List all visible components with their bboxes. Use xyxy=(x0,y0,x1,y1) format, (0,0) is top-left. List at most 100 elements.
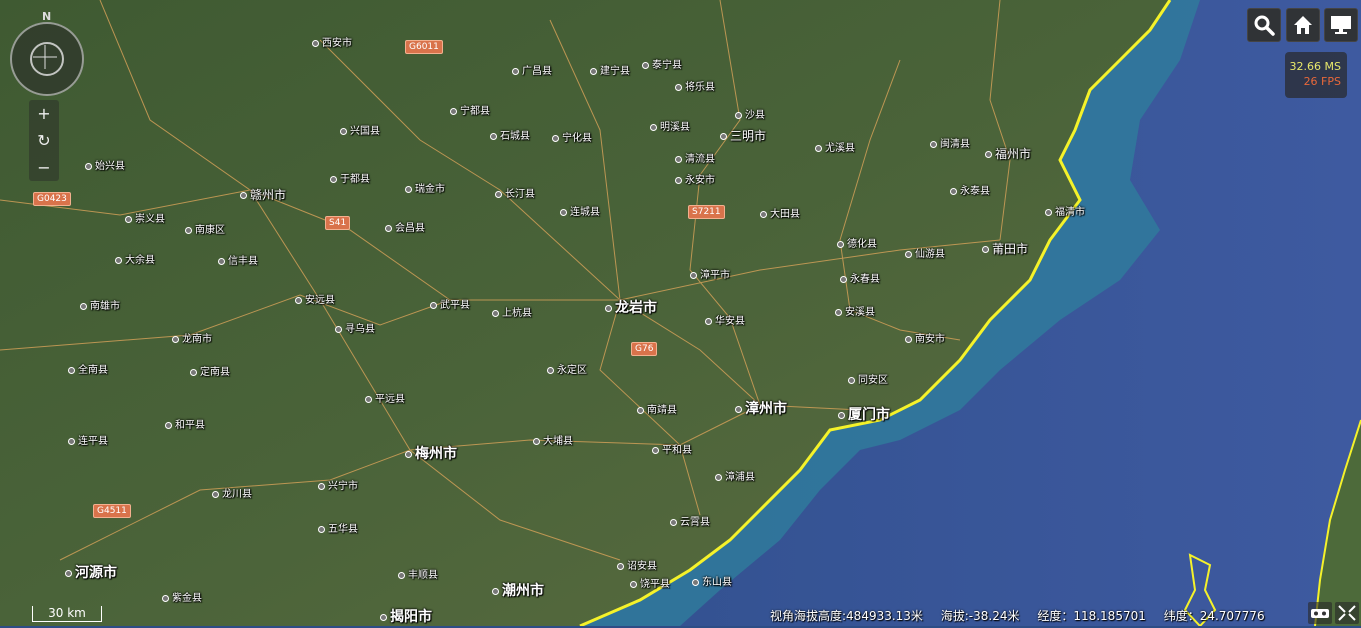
highway-shield: G6011 xyxy=(405,40,443,54)
place-label: 龙南市 xyxy=(172,330,212,345)
highway-shield: G76 xyxy=(631,342,658,356)
place-label: 南靖县 xyxy=(637,401,677,416)
place-label: 建宁县 xyxy=(590,62,630,77)
place-label: 永定区 xyxy=(547,361,587,376)
city-label: 福州市 xyxy=(985,145,1031,162)
elevation: 海拔:-38.24米 xyxy=(940,609,1020,623)
highway-shield: S7211 xyxy=(688,205,725,219)
city-label: 漳州市 xyxy=(735,398,787,418)
place-label: 永泰县 xyxy=(950,182,990,197)
latitude: 纬度：24.707776 xyxy=(1163,609,1265,623)
place-label: 清流县 xyxy=(675,150,715,165)
place-label: 宁都县 xyxy=(450,102,490,117)
place-label: 闽清县 xyxy=(930,135,970,150)
place-label: 西安市 xyxy=(312,34,352,49)
place-label: 同安区 xyxy=(848,371,888,386)
place-label: 安远县 xyxy=(295,291,335,306)
place-label: 南安市 xyxy=(905,330,945,345)
place-label: 漳浦县 xyxy=(715,468,755,483)
city-label: 莆田市 xyxy=(982,240,1028,257)
highway-shield: G4511 xyxy=(93,504,131,518)
vr-icon xyxy=(1311,609,1329,618)
place-label: 南雄市 xyxy=(80,297,120,312)
navigation-compass[interactable]: N xyxy=(10,10,84,96)
scale-bar: 30 km xyxy=(32,606,102,622)
place-label: 兴宁市 xyxy=(318,477,358,492)
place-label: 寻乌县 xyxy=(335,320,375,335)
place-label: 赣州市 xyxy=(240,186,286,203)
vr-button[interactable] xyxy=(1308,602,1332,624)
place-label: 饶平县 xyxy=(630,575,670,590)
city-label: 揭阳市 xyxy=(380,606,432,626)
zoom-out-button[interactable]: − xyxy=(29,154,59,181)
zoom-controls: + ↻ − xyxy=(29,100,59,181)
satellite-map[interactable] xyxy=(0,0,1361,626)
place-label: 广昌县 xyxy=(512,62,552,77)
zoom-in-button[interactable]: + xyxy=(29,100,59,127)
place-label: 瑞金市 xyxy=(405,180,445,195)
search-icon xyxy=(1254,15,1275,36)
place-label: 福清市 xyxy=(1045,203,1085,218)
monitor-icon xyxy=(1331,16,1351,34)
place-label: 东山县 xyxy=(692,573,732,588)
display-mode-button[interactable] xyxy=(1324,8,1358,42)
city-label: 梅州市 xyxy=(405,443,457,463)
place-label: 安溪县 xyxy=(835,303,875,318)
place-label: 将乐县 xyxy=(675,78,715,93)
place-label: 全南县 xyxy=(68,361,108,376)
compass-icon[interactable] xyxy=(30,42,64,76)
place-label: 崇义县 xyxy=(125,210,165,225)
place-label: 定南县 xyxy=(190,363,230,378)
place-label: 紫金县 xyxy=(162,589,202,604)
place-label: 华安县 xyxy=(705,312,745,327)
place-label: 仙游县 xyxy=(905,245,945,260)
place-label: 信丰县 xyxy=(218,252,258,267)
place-label: 大埔县 xyxy=(533,432,573,447)
place-label: 始兴县 xyxy=(85,157,125,172)
place-label: 大余县 xyxy=(115,251,155,266)
place-label: 上杭县 xyxy=(492,304,532,319)
place-label: 平和县 xyxy=(652,441,692,456)
frame-time: 32.66 MS xyxy=(1289,60,1341,73)
fullscreen-icon xyxy=(1338,605,1356,621)
compass-north-label: N xyxy=(42,10,52,23)
place-label: 大田县 xyxy=(760,205,800,220)
performance-panel: 32.66 MS 26 FPS xyxy=(1285,52,1347,98)
place-label: 兴国县 xyxy=(340,122,380,137)
city-label: 龙岩市 xyxy=(605,297,657,317)
place-label: 永春县 xyxy=(840,270,880,285)
place-label: 尤溪县 xyxy=(815,139,855,154)
place-label: 会昌县 xyxy=(385,219,425,234)
coordinate-status-bar: 视角海拔高度:484933.13米 海拔:-38.24米 经度：118.1857… xyxy=(770,607,1279,624)
place-label: 漳平市 xyxy=(690,266,730,281)
place-label: 德化县 xyxy=(837,235,877,250)
place-label: 云霄县 xyxy=(670,513,710,528)
place-label: 长汀县 xyxy=(495,185,535,200)
city-label: 潮州市 xyxy=(492,580,544,600)
frame-rate: 26 FPS xyxy=(1303,75,1341,88)
place-label: 五华县 xyxy=(318,520,358,535)
place-label: 永安市 xyxy=(675,171,715,186)
place-label: 武平县 xyxy=(430,296,470,311)
place-label: 连平县 xyxy=(68,432,108,447)
place-label: 平远县 xyxy=(365,390,405,405)
longitude: 经度：118.185701 xyxy=(1037,609,1146,623)
place-label: 宁化县 xyxy=(552,129,592,144)
fullscreen-button[interactable] xyxy=(1335,602,1359,624)
search-button[interactable] xyxy=(1247,8,1281,42)
home-button[interactable] xyxy=(1286,8,1320,42)
place-label: 明溪县 xyxy=(650,118,690,133)
place-label: 丰顺县 xyxy=(398,566,438,581)
view-height: 视角海拔高度:484933.13米 xyxy=(770,609,923,623)
city-label: 三明市 xyxy=(720,127,766,144)
place-label: 和平县 xyxy=(165,416,205,431)
city-label: 河源市 xyxy=(65,562,117,582)
highway-shield: S41 xyxy=(325,216,351,230)
place-label: 诏安县 xyxy=(617,557,657,572)
place-label: 石城县 xyxy=(490,127,530,142)
place-label: 连城县 xyxy=(560,203,600,218)
city-label: 厦门市 xyxy=(838,404,890,424)
highway-shield: G0423 xyxy=(33,192,71,206)
reset-view-button[interactable]: ↻ xyxy=(29,127,59,154)
place-label: 于都县 xyxy=(330,170,370,185)
